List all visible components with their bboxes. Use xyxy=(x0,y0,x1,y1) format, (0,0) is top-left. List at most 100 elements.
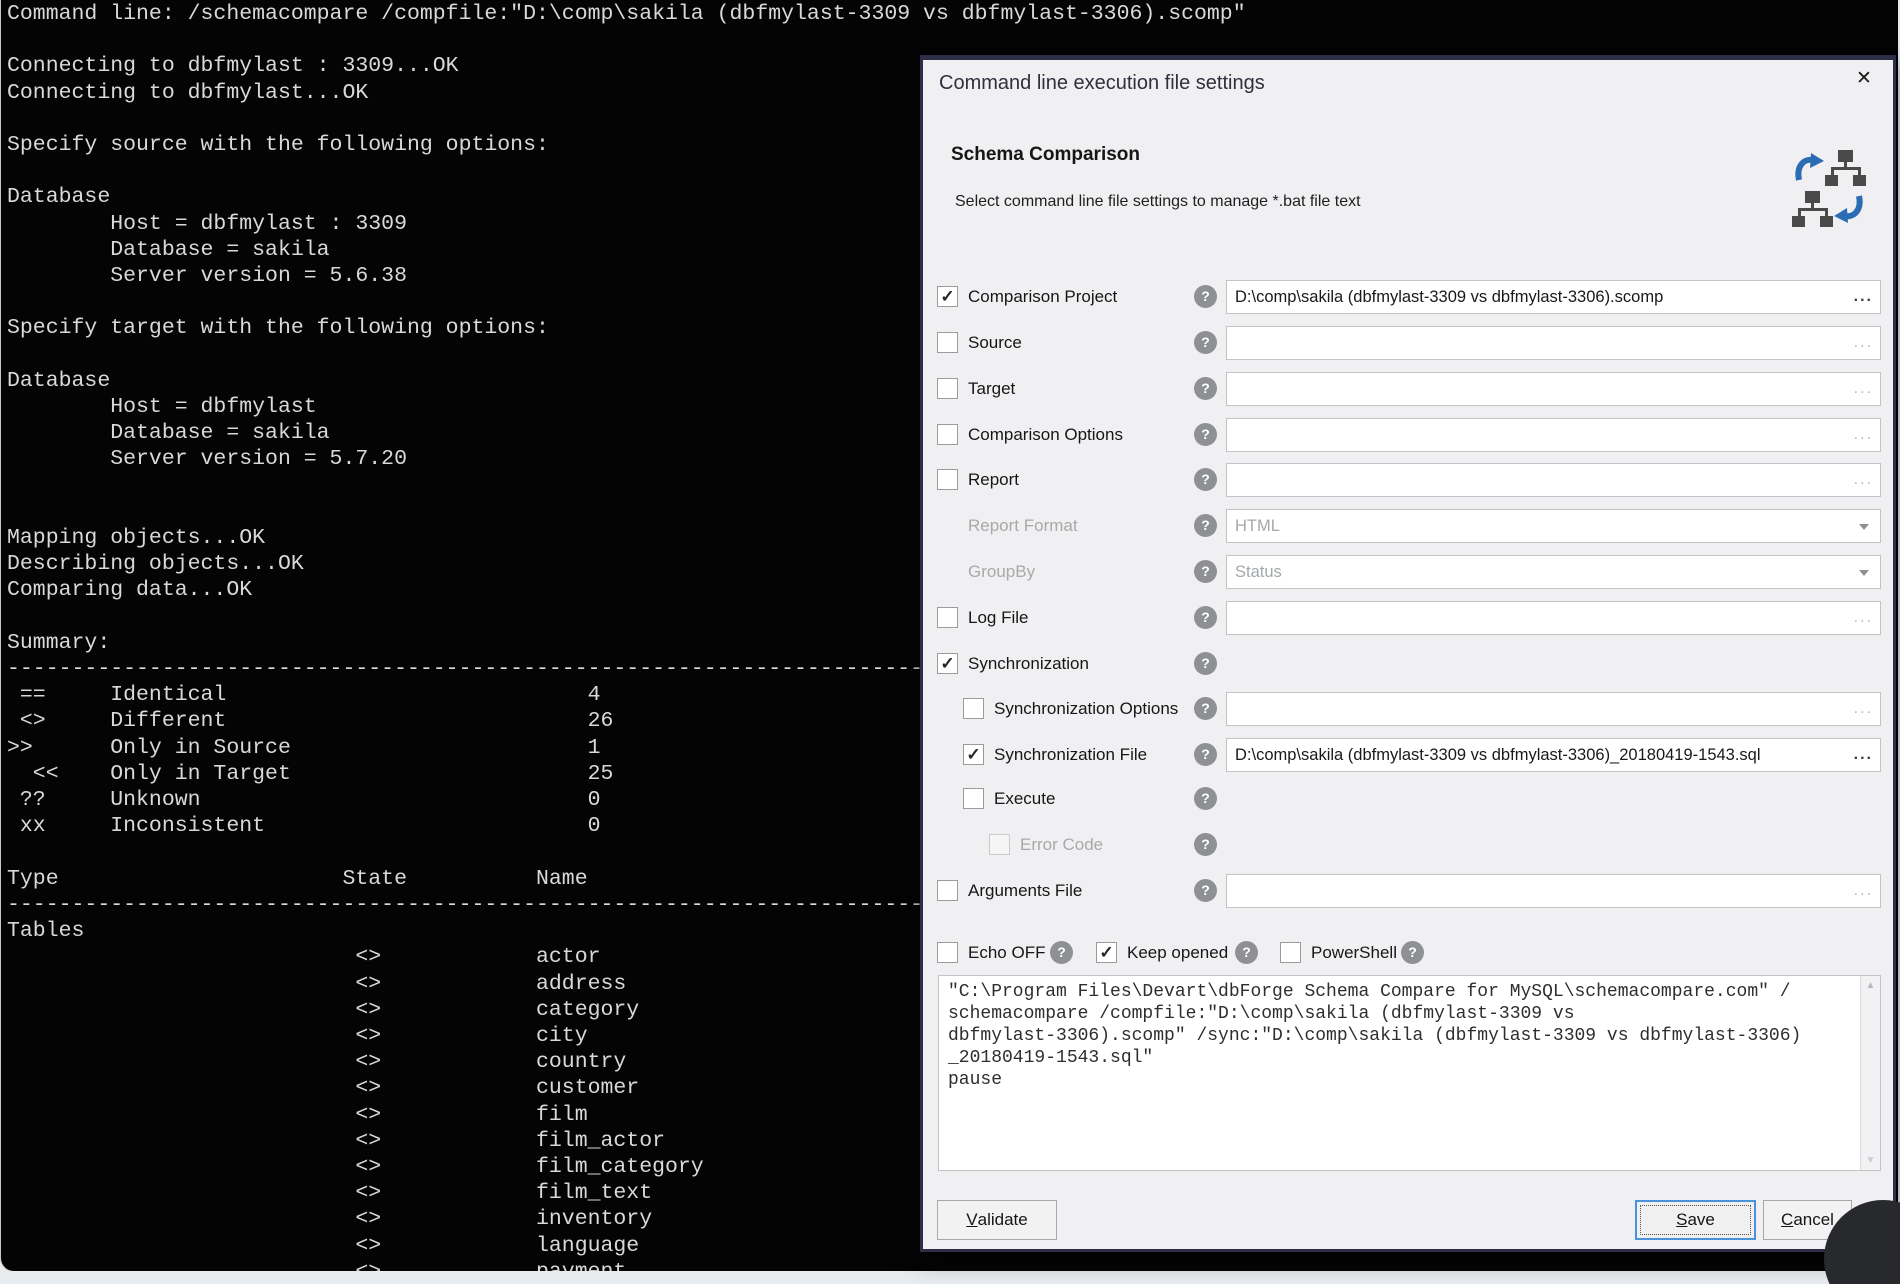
dropdown-value: HTML xyxy=(1227,517,1880,536)
scroll-down-icon[interactable]: ▼ xyxy=(1861,1155,1880,1166)
row-batch-options: ✓ Echo OFF ? ✓ Keep opened ? ✓ PowerShel… xyxy=(923,936,1893,970)
row-synchronization: ✓ Synchronization ? xyxy=(923,647,1893,681)
comparison-options-label: Comparison Options xyxy=(968,425,1123,445)
arguments-file-checkbox[interactable]: ✓ xyxy=(937,880,958,901)
report-format-label: Report Format xyxy=(968,516,1078,536)
row-error-code: ✓ Error Code ? xyxy=(923,828,1893,862)
browse-button[interactable]: ... xyxy=(1854,464,1873,496)
help-icon[interactable]: ? xyxy=(1194,514,1217,537)
field-value: D:\comp\sakila (dbfmylast-3309 vs dbfmyl… xyxy=(1227,288,1880,307)
synchronization-options-label: Synchronization Options xyxy=(994,699,1178,719)
report-field[interactable]: ... xyxy=(1226,463,1881,497)
browse-button[interactable]: ... xyxy=(1854,419,1873,451)
help-icon[interactable]: ? xyxy=(1194,606,1217,629)
target-label: Target xyxy=(968,379,1015,399)
groupby-dropdown[interactable]: Status xyxy=(1226,555,1881,589)
dropdown-value: Status xyxy=(1227,563,1880,582)
synchronization-file-checkbox[interactable]: ✓ xyxy=(963,744,984,765)
section-title: Schema Comparison xyxy=(951,144,1140,166)
report-checkbox[interactable]: ✓ xyxy=(937,469,958,490)
command-line-settings-dialog: Command line execution file settings ✕ S… xyxy=(920,55,1896,1252)
save-button-label: S xyxy=(1676,1210,1687,1230)
target-field[interactable]: ... xyxy=(1226,372,1881,406)
help-icon[interactable]: ? xyxy=(1194,560,1217,583)
comparison-project-checkbox[interactable]: ✓ xyxy=(937,286,958,307)
check-icon: ✓ xyxy=(1097,943,1116,962)
help-icon[interactable]: ? xyxy=(1194,697,1217,720)
row-comparison-options: ✓ Comparison Options ? ... xyxy=(923,418,1893,452)
row-target: ✓ Target ? ... xyxy=(923,372,1893,406)
groupby-label: GroupBy xyxy=(968,562,1035,582)
source-label: Source xyxy=(968,333,1022,353)
arguments-file-field[interactable]: ... xyxy=(1226,874,1881,908)
execute-checkbox[interactable]: ✓ xyxy=(963,788,984,809)
browse-button[interactable]: ... xyxy=(1854,327,1873,359)
browse-button[interactable]: ... xyxy=(1854,373,1873,405)
log-file-checkbox[interactable]: ✓ xyxy=(937,607,958,628)
powershell-checkbox[interactable]: ✓ xyxy=(1280,942,1301,963)
execute-label: Execute xyxy=(994,789,1055,809)
synchronization-file-label: Synchronization File xyxy=(994,745,1147,765)
scroll-up-icon[interactable]: ▲ xyxy=(1861,980,1880,991)
source-checkbox[interactable]: ✓ xyxy=(937,332,958,353)
help-icon[interactable]: ? xyxy=(1050,941,1073,964)
row-arguments-file: ✓ Arguments File ? ... xyxy=(923,874,1893,908)
synchronization-file-field[interactable]: D:\comp\sakila (dbfmylast-3309 vs dbfmyl… xyxy=(1226,738,1881,772)
arguments-file-label: Arguments File xyxy=(968,881,1082,901)
synchronization-options-field[interactable]: ... xyxy=(1226,692,1881,726)
help-icon[interactable]: ? xyxy=(1194,285,1217,308)
browse-button[interactable]: ... xyxy=(1854,693,1873,725)
desktop-strip xyxy=(0,1271,1900,1284)
help-icon[interactable]: ? xyxy=(1194,833,1217,856)
section-subtitle: Select command line file settings to man… xyxy=(955,193,1361,211)
chevron-down-icon xyxy=(1859,570,1869,576)
browse-button[interactable]: ... xyxy=(1854,602,1873,634)
row-execute: ✓ Execute ? xyxy=(923,782,1893,816)
source-field[interactable]: ... xyxy=(1226,326,1881,360)
help-icon[interactable]: ? xyxy=(1194,879,1217,902)
keep-opened-checkbox[interactable]: ✓ xyxy=(1096,942,1117,963)
help-icon[interactable]: ? xyxy=(1194,787,1217,810)
help-icon[interactable]: ? xyxy=(1401,941,1424,964)
browse-button[interactable]: ... xyxy=(1854,739,1873,771)
row-comparison-project: ✓ Comparison Project ? D:\comp\sakila (d… xyxy=(923,280,1893,314)
help-icon[interactable]: ? xyxy=(1194,423,1217,446)
comparison-options-field[interactable]: ... xyxy=(1226,418,1881,452)
synchronization-checkbox[interactable]: ✓ xyxy=(937,653,958,674)
error-code-checkbox: ✓ xyxy=(989,834,1010,855)
field-value: D:\comp\sakila (dbfmylast-3309 vs dbfmyl… xyxy=(1227,746,1880,765)
help-icon[interactable]: ? xyxy=(1194,652,1217,675)
schema-compare-icon xyxy=(1791,148,1867,233)
bat-file-text: "C:\Program Files\Devart\dbForge Schema … xyxy=(939,976,1880,1091)
validate-button-label: V xyxy=(966,1210,977,1230)
log-file-field[interactable]: ... xyxy=(1226,601,1881,635)
report-format-dropdown[interactable]: HTML xyxy=(1226,509,1881,543)
chevron-down-icon xyxy=(1859,524,1869,530)
close-icon[interactable]: ✕ xyxy=(1851,66,1877,92)
comparison-project-label: Comparison Project xyxy=(968,287,1117,307)
help-icon[interactable]: ? xyxy=(1194,468,1217,491)
bat-file-text-area[interactable]: "C:\Program Files\Devart\dbForge Schema … xyxy=(938,975,1881,1171)
powershell-label: PowerShell xyxy=(1311,943,1397,963)
error-code-label: Error Code xyxy=(1020,835,1103,855)
keep-opened-label: Keep opened xyxy=(1127,943,1228,963)
row-source: ✓ Source ? ... xyxy=(923,326,1893,360)
row-log-file: ✓ Log File ? ... xyxy=(923,601,1893,635)
scrollbar[interactable]: ▲ ▼ xyxy=(1860,976,1880,1170)
browse-button[interactable]: ... xyxy=(1854,875,1873,907)
save-button[interactable]: Save xyxy=(1635,1200,1756,1240)
comparison-options-checkbox[interactable]: ✓ xyxy=(937,424,958,445)
target-checkbox[interactable]: ✓ xyxy=(937,378,958,399)
browse-button[interactable]: ... xyxy=(1854,281,1873,313)
help-icon[interactable]: ? xyxy=(1235,941,1258,964)
row-report-format: Report Format ? HTML xyxy=(923,509,1893,543)
comparison-project-field[interactable]: D:\comp\sakila (dbfmylast-3309 vs dbfmyl… xyxy=(1226,280,1881,314)
help-icon[interactable]: ? xyxy=(1194,331,1217,354)
help-icon[interactable]: ? xyxy=(1194,377,1217,400)
report-label: Report xyxy=(968,470,1019,490)
help-icon[interactable]: ? xyxy=(1194,743,1217,766)
synchronization-options-checkbox[interactable]: ✓ xyxy=(963,698,984,719)
screenshot-root: Command line: /schemacompare /compfile:"… xyxy=(0,0,1900,1284)
echo-off-checkbox[interactable]: ✓ xyxy=(937,942,958,963)
validate-button[interactable]: Validate xyxy=(937,1200,1057,1240)
